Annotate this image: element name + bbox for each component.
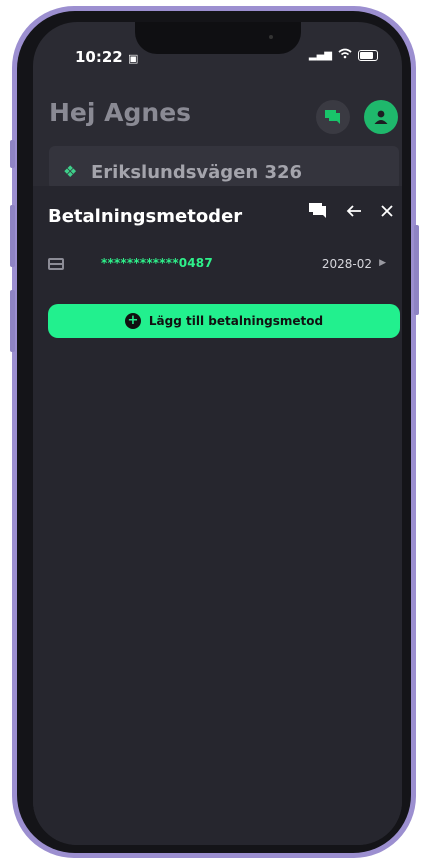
screen: 10:22 ▣ ▂▄▆ Hej Agnes ❖ Erikslundsvägen … — [33, 22, 402, 845]
status-time: 10:22 ▣ — [75, 48, 139, 66]
battery-icon — [358, 50, 378, 61]
payment-card-row[interactable]: ************0487 2028-02 ▶ — [48, 254, 388, 278]
signal-icon: ▂▄▆ — [308, 50, 332, 61]
power-button — [414, 225, 419, 315]
back-arrow-icon — [346, 205, 361, 217]
notch — [135, 22, 301, 54]
volume-down-button — [10, 290, 15, 352]
chevron-right-icon: ▶ — [379, 258, 386, 268]
sheet-chat-button[interactable] — [309, 203, 327, 225]
card-expiry: 2028-02 — [321, 257, 372, 271]
close-button[interactable] — [379, 203, 395, 225]
volume-up-button — [10, 205, 15, 267]
address-label: Erikslundsvägen 326 — [91, 162, 303, 183]
wifi-icon — [338, 48, 352, 63]
mute-switch — [10, 140, 15, 168]
location-icon: ❖ — [63, 162, 78, 181]
credit-card-icon — [48, 258, 64, 270]
payment-methods-sheet — [33, 186, 402, 845]
greeting-heading: Hej Agnes — [49, 98, 192, 127]
chat-button[interactable] — [316, 100, 350, 134]
add-payment-method-button[interactable]: + Lägg till betalningsmetod — [48, 304, 400, 338]
card-number: ************0487 — [101, 256, 213, 270]
chat-icon — [309, 203, 326, 218]
status-icons: ▂▄▆ — [309, 48, 378, 63]
chat-icon — [325, 110, 340, 124]
front-camera — [269, 35, 273, 39]
sheet-title: Betalningsmetoder — [48, 206, 243, 227]
user-icon — [374, 110, 388, 124]
add-payment-method-label: Lägg till betalningsmetod — [148, 314, 324, 328]
plus-circle-icon: + — [124, 313, 141, 329]
back-button[interactable] — [345, 203, 363, 225]
close-icon — [381, 205, 393, 217]
profile-button[interactable] — [364, 100, 398, 134]
